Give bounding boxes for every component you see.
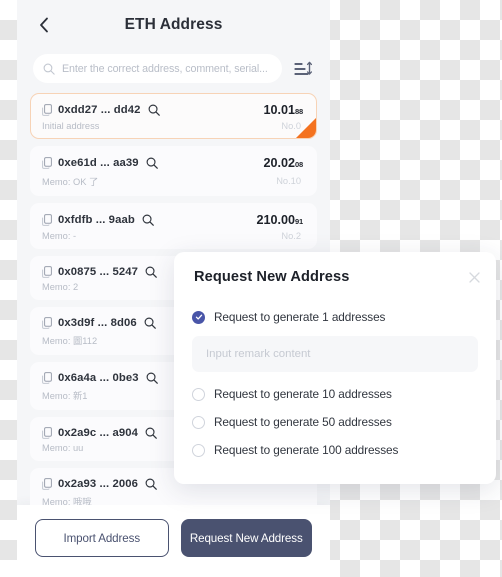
page-title: ETH Address: [124, 16, 223, 33]
address-text: 0x2a93 ... 2006: [58, 478, 139, 490]
address-memo: Memo: 哦哦: [42, 497, 92, 505]
address-card-bottom: Memo: - No.2: [42, 231, 305, 241]
address-card-bottom: Initial address No.0: [42, 121, 305, 131]
option-row[interactable]: Request to generate 100 addresses: [192, 436, 478, 464]
address-memo: Memo: 新1: [42, 391, 88, 401]
sort-icon: [294, 61, 312, 75]
address-amount: 20.0208: [264, 156, 305, 170]
sort-button[interactable]: [292, 58, 314, 80]
copy-icon[interactable]: [42, 317, 52, 329]
search-icon: [43, 63, 55, 75]
address-card-top: 0xdd27 ... dd42 10.0188: [42, 103, 305, 117]
copy-icon[interactable]: [42, 478, 52, 490]
copy-icon[interactable]: [42, 372, 52, 384]
address-amount: 210.0091: [257, 213, 305, 227]
address-card-top: 0xe61d ... aa39 20.0208: [42, 156, 305, 170]
option-row[interactable]: Request to generate 1 addresses: [192, 303, 478, 331]
address-text: 0xfdfb ... 9aab: [58, 214, 135, 226]
magnifier-icon[interactable]: [146, 372, 158, 384]
option-row[interactable]: Request to generate 50 addresses: [192, 408, 478, 436]
dialog-title: Request New Address: [194, 269, 350, 285]
amount-integer: 10.01: [263, 103, 296, 117]
magnifier-icon[interactable]: [142, 214, 154, 226]
radio-unchecked-icon[interactable]: [192, 443, 205, 457]
copy-icon[interactable]: [42, 214, 52, 226]
request-new-address-button[interactable]: Request New Address: [180, 519, 312, 557]
address-memo: Memo: OK 了: [42, 177, 99, 187]
amount-integer: 20.02: [263, 156, 296, 170]
footer-bar: Import Address Request New Address: [17, 505, 330, 577]
address-text: 0x0875 ... 5247: [58, 266, 139, 278]
address-card-bottom: Memo: 哦哦: [42, 494, 305, 505]
magnifier-icon[interactable]: [144, 317, 156, 329]
highlight-corner-flag: [296, 118, 316, 138]
back-button[interactable]: [33, 14, 55, 36]
magnifier-icon[interactable]: [148, 104, 160, 116]
amount-fraction: 88: [295, 107, 303, 116]
address-card[interactable]: 0xe61d ... aa39 20.0208 Memo: OK 了 No.10: [30, 146, 317, 196]
dialog-body: Request to generate 1 addresses Request t…: [174, 299, 496, 484]
address-memo: Memo: 圖112: [42, 336, 98, 346]
request-new-address-dialog: Request New Address Request to generate …: [174, 252, 496, 484]
address-text: 0x6a4a ... 0be3: [58, 372, 139, 384]
address-card[interactable]: 0xfdfb ... 9aab 210.0091 Memo: - No.2: [30, 203, 317, 249]
radio-checked-icon[interactable]: [192, 310, 205, 324]
dialog-header: Request New Address: [174, 252, 496, 299]
chevron-left-icon: [40, 17, 48, 33]
magnifier-icon[interactable]: [145, 266, 157, 278]
search-row: [17, 50, 330, 93]
search-box[interactable]: [33, 54, 282, 83]
close-icon: [468, 271, 480, 283]
address-text: 0xe61d ... aa39: [58, 157, 139, 169]
copy-icon[interactable]: [42, 427, 52, 439]
check-icon: [195, 314, 202, 320]
copy-icon[interactable]: [42, 104, 52, 116]
address-memo: Memo: 2: [42, 282, 79, 292]
magnifier-icon[interactable]: [145, 478, 157, 490]
remark-input[interactable]: [192, 336, 478, 372]
address-serial: No.10: [276, 176, 301, 186]
search-input[interactable]: [62, 62, 272, 75]
radio-unchecked-icon[interactable]: [192, 387, 205, 401]
address-memo: Initial address: [42, 121, 100, 131]
radio-unchecked-icon[interactable]: [192, 415, 205, 429]
magnifier-icon[interactable]: [145, 427, 157, 439]
address-card-bottom: Memo: OK 了 No.10: [42, 174, 305, 188]
address-memo: Memo: uu: [42, 443, 84, 453]
dialog-close-button[interactable]: [465, 268, 483, 286]
app-header: ETH Address: [17, 0, 330, 50]
address-text: 0xdd27 ... dd42: [58, 104, 141, 116]
option-label: Request to generate 100 addresses: [214, 443, 399, 457]
address-memo: Memo: -: [42, 231, 77, 241]
copy-icon[interactable]: [42, 157, 52, 169]
option-label: Request to generate 50 addresses: [214, 415, 392, 429]
address-amount: 10.0188: [264, 103, 305, 117]
copy-icon[interactable]: [42, 266, 52, 278]
address-text: 0x2a9c ... a904: [58, 427, 139, 439]
address-card-top: 0xfdfb ... 9aab 210.0091: [42, 213, 305, 227]
option-row[interactable]: Request to generate 10 addresses: [192, 380, 478, 408]
magnifier-icon[interactable]: [146, 157, 158, 169]
amount-integer: 210.00: [256, 213, 296, 227]
import-address-button[interactable]: Import Address: [35, 519, 169, 557]
amount-fraction: 91: [295, 217, 303, 226]
option-label: Request to generate 1 addresses: [214, 310, 386, 324]
address-text: 0x3d9f ... 8d06: [58, 317, 137, 329]
amount-fraction: 08: [295, 160, 303, 169]
address-card[interactable]: 0xdd27 ... dd42 10.0188 Initial address No.…: [30, 93, 317, 139]
option-label: Request to generate 10 addresses: [214, 387, 392, 401]
address-serial: No.2: [281, 231, 301, 241]
